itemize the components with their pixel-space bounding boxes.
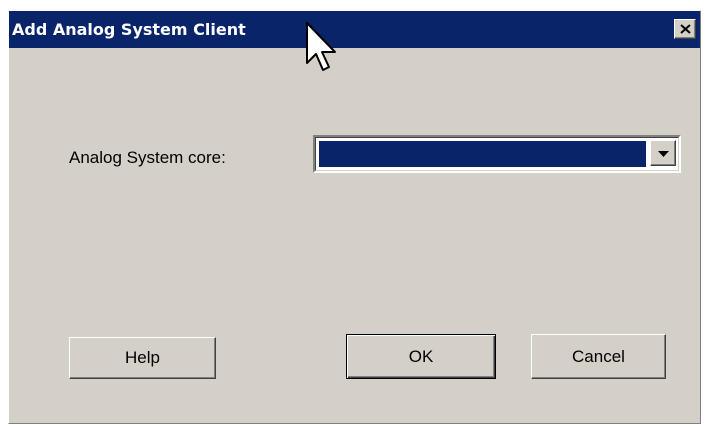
add-analog-system-client-dialog: Add Analog System Client Analog System c… (8, 10, 701, 424)
close-icon (680, 24, 691, 34)
dropdown-frame (315, 137, 679, 171)
close-button[interactable] (674, 19, 696, 39)
ok-button[interactable]: OK (346, 334, 496, 379)
window-title: Add Analog System Client (12, 20, 246, 39)
title-bar[interactable]: Add Analog System Client (9, 11, 700, 48)
dropdown-arrow-button[interactable] (650, 140, 676, 166)
help-button[interactable]: Help (69, 337, 216, 379)
analog-system-core-label: Analog System core: (69, 148, 226, 167)
analog-system-core-dropdown[interactable] (313, 135, 681, 173)
chevron-down-icon (658, 151, 669, 157)
analog-system-core-value[interactable] (319, 141, 646, 167)
cancel-button[interactable]: Cancel (531, 334, 666, 379)
